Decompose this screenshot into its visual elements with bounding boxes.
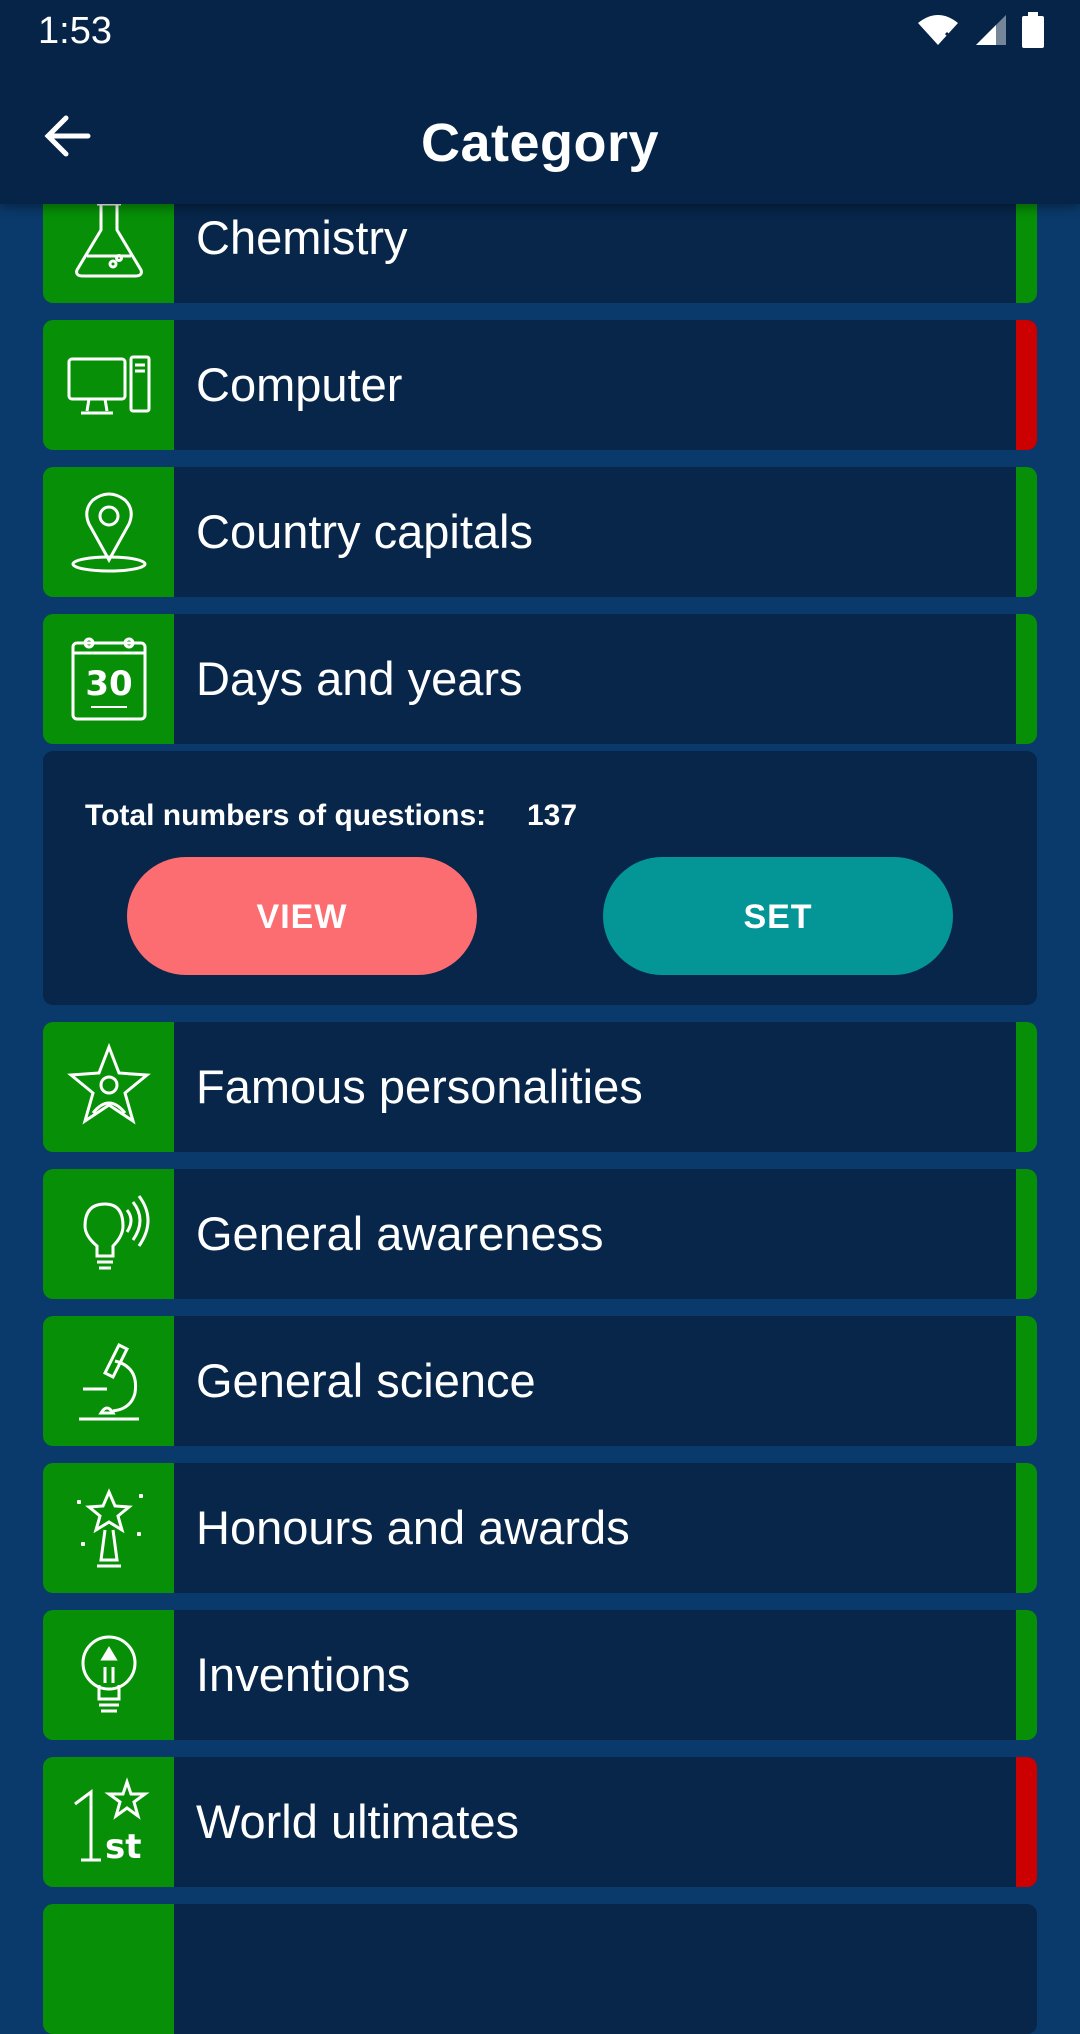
star-person-icon-box	[43, 1022, 174, 1152]
set-button[interactable]: SET	[603, 857, 953, 975]
category-row-days-and-years[interactable]: 30 Days and years	[43, 614, 1037, 744]
trophy-icon-box	[43, 1463, 174, 1593]
status-stripe	[1016, 1463, 1037, 1593]
trophy-icon	[76, 1488, 143, 1568]
next-row-icon-box	[43, 1904, 174, 2034]
category-label: Computer	[196, 358, 403, 411]
category-label: Inventions	[196, 1648, 411, 1701]
status-stripe	[1016, 1316, 1037, 1446]
cellular-signal-icon	[976, 15, 1006, 45]
lightbulb-icon-box	[43, 1610, 174, 1740]
bulb-signal-icon	[82, 1195, 149, 1270]
category-row-inventions[interactable]: Inventions	[43, 1610, 1037, 1740]
microscope-icon-box	[43, 1316, 174, 1446]
view-button[interactable]: VIEW	[127, 857, 477, 975]
category-label: Famous personalities	[196, 1060, 643, 1113]
computer-icon	[67, 355, 150, 415]
status-stripe	[1016, 1610, 1037, 1740]
lightbulb-icon	[81, 1635, 136, 1713]
category-label: General awareness	[196, 1207, 604, 1260]
wifi-icon	[918, 15, 958, 45]
category-label: Country capitals	[196, 505, 533, 558]
category-row-general-science[interactable]: General science	[43, 1316, 1037, 1446]
first-place-icon: st	[73, 1777, 150, 1867]
calendar-icon: 30	[71, 637, 146, 721]
status-time: 1:53	[38, 10, 112, 52]
category-row-computer[interactable]: Computer	[43, 320, 1037, 450]
status-stripe	[1016, 467, 1037, 597]
status-bar: 1:53	[0, 0, 1080, 64]
map-pin-icon	[71, 492, 146, 573]
status-stripe	[1016, 1757, 1037, 1887]
category-row-world-ultimates[interactable]: st World ultimates	[43, 1757, 1037, 1887]
bulb-signal-icon-box	[43, 1169, 174, 1299]
flask-icon	[74, 202, 143, 278]
battery-icon	[1022, 12, 1044, 48]
category-label: Honours and awards	[196, 1501, 630, 1554]
category-details-panel: Total numbers of questions: 137 VIEW SET	[43, 751, 1037, 1005]
category-list[interactable]: Chemistry Computer Country capitals 30 D…	[0, 0, 1080, 2034]
total-questions-label: Total numbers of questions:	[85, 799, 487, 832]
status-stripe	[1016, 1169, 1037, 1299]
category-label: World ultimates	[196, 1795, 520, 1848]
category-row-next-partial[interactable]	[43, 1904, 1037, 2034]
category-row-country-capitals[interactable]: Country capitals	[43, 467, 1037, 597]
microscope-icon	[78, 1342, 139, 1421]
category-row-honours-and-awards[interactable]: Honours and awards	[43, 1463, 1037, 1593]
map-pin-icon-box	[43, 467, 174, 597]
status-icons	[916, 12, 1044, 48]
total-questions-value: 137	[527, 799, 578, 832]
status-stripe	[1016, 320, 1037, 450]
category-row-famous-personalities[interactable]: Famous personalities	[43, 1022, 1037, 1152]
category-label: General science	[196, 1354, 536, 1407]
calendar-icon-box: 30	[43, 614, 174, 744]
svg-text:st: st	[105, 1827, 142, 1867]
category-row-general-awareness[interactable]: General awareness	[43, 1169, 1037, 1299]
first-place-icon-box: st	[43, 1757, 174, 1887]
status-stripe	[1016, 1022, 1037, 1152]
page-title: Category	[420, 113, 660, 173]
status-stripe	[1016, 614, 1037, 744]
svg-text:30: 30	[85, 664, 132, 704]
app-bar: Category	[0, 64, 1080, 204]
category-label: Days and years	[196, 652, 523, 705]
computer-icon-box	[43, 320, 174, 450]
star-person-icon	[66, 1042, 151, 1125]
